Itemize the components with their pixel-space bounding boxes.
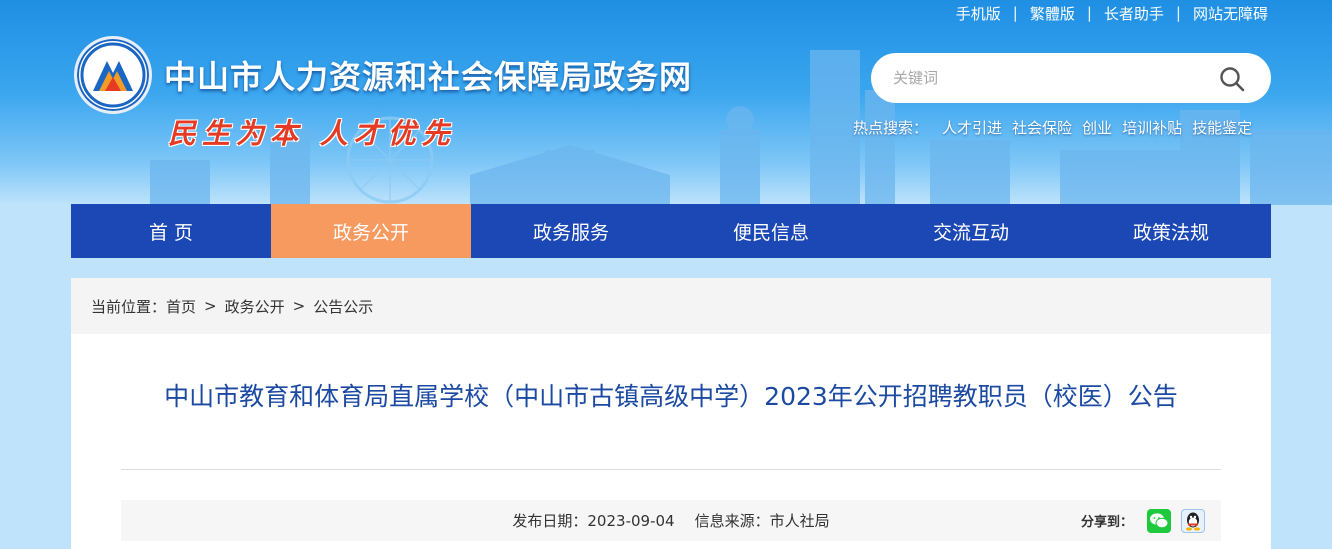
nav-convenience-info[interactable]: 便民信息 — [671, 204, 871, 258]
emblem-logo[interactable] — [74, 36, 152, 114]
hot-term-training-subsidy[interactable]: 培训补贴 — [1122, 117, 1182, 138]
search-bar — [871, 53, 1271, 103]
nav-government-affairs[interactable]: 政务公开 — [271, 204, 471, 258]
breadcrumb-separator: > — [204, 297, 217, 315]
emblem-icon — [80, 42, 146, 108]
hot-search-label: 热点搜索： — [853, 119, 929, 137]
breadcrumb-home[interactable]: 首页 — [166, 296, 196, 317]
source-value: 市人社局 — [769, 512, 830, 530]
hot-term-skill-appraisal[interactable]: 技能鉴定 — [1192, 117, 1252, 138]
site-slogan: 民生为本 人才优先 — [168, 117, 456, 150]
share-label: 分享到： — [1080, 515, 1133, 530]
separator: | — [1175, 4, 1181, 22]
elderly-assistant-link[interactable]: 长者助手 — [1100, 3, 1168, 24]
qq-icon[interactable] — [1181, 508, 1205, 533]
traditional-chinese-link[interactable]: 繁體版 — [1026, 3, 1079, 24]
source-label: 信息来源： — [694, 512, 770, 530]
nav-policies[interactable]: 政策法规 — [1071, 204, 1271, 258]
search-input[interactable] — [893, 69, 1193, 87]
main-content: 当前位置： 首页 > 政务公开 > 公告公示 中山市教育和体育局直属学校（中山市… — [71, 278, 1271, 549]
publish-date-label: 发布日期： — [512, 512, 588, 530]
breadcrumb-government-affairs[interactable]: 政务公开 — [225, 296, 285, 317]
main-nav: 首 页 政务公开 政务服务 便民信息 交流互动 政策法规 — [71, 204, 1271, 258]
separator: | — [1012, 4, 1018, 22]
search-icon[interactable] — [1219, 66, 1245, 92]
top-links: 手机版 | 繁體版 | 长者助手 | 网站无障碍 — [952, 2, 1272, 24]
wechat-icon[interactable] — [1147, 508, 1171, 533]
accessibility-link[interactable]: 网站无障碍 — [1189, 3, 1272, 24]
nav-home[interactable]: 首 页 — [71, 204, 271, 258]
separator: | — [1086, 4, 1092, 22]
hot-term-talent[interactable]: 人才引进 — [942, 117, 1002, 138]
article-title: 中山市教育和体育局直属学校（中山市古镇高级中学）2023年公开招聘教职员（校医）… — [164, 382, 1178, 411]
article-meta: 发布日期： 2023-09-04 信息来源： 市人社局 分享到： — [121, 500, 1221, 541]
nav-interaction[interactable]: 交流互动 — [871, 204, 1071, 258]
publish-date: 2023-09-04 — [587, 511, 675, 530]
nav-government-services[interactable]: 政务服务 — [471, 204, 671, 258]
hot-search: 热点搜索： 人才引进 社会保险 创业 培训补贴 技能鉴定 — [853, 117, 1252, 138]
share-bar: 分享到： — [1081, 500, 1221, 541]
hot-term-social-insurance[interactable]: 社会保险 — [1012, 117, 1072, 138]
mobile-version-link[interactable]: 手机版 — [952, 3, 1005, 24]
header-banner: 手机版 | 繁體版 | 长者助手 | 网站无障碍 中山市人力资源和社会保障局政务… — [0, 0, 1332, 205]
breadcrumb: 当前位置： 首页 > 政务公开 > 公告公示 — [71, 278, 1271, 334]
breadcrumb-announcements[interactable]: 公告公示 — [313, 296, 373, 317]
site-title: 中山市人力资源和社会保障局政务网 — [164, 58, 693, 96]
breadcrumb-label: 当前位置： — [91, 297, 167, 316]
hot-term-entrepreneurship[interactable]: 创业 — [1082, 117, 1112, 138]
breadcrumb-separator: > — [292, 297, 306, 315]
title-divider — [121, 469, 1221, 470]
